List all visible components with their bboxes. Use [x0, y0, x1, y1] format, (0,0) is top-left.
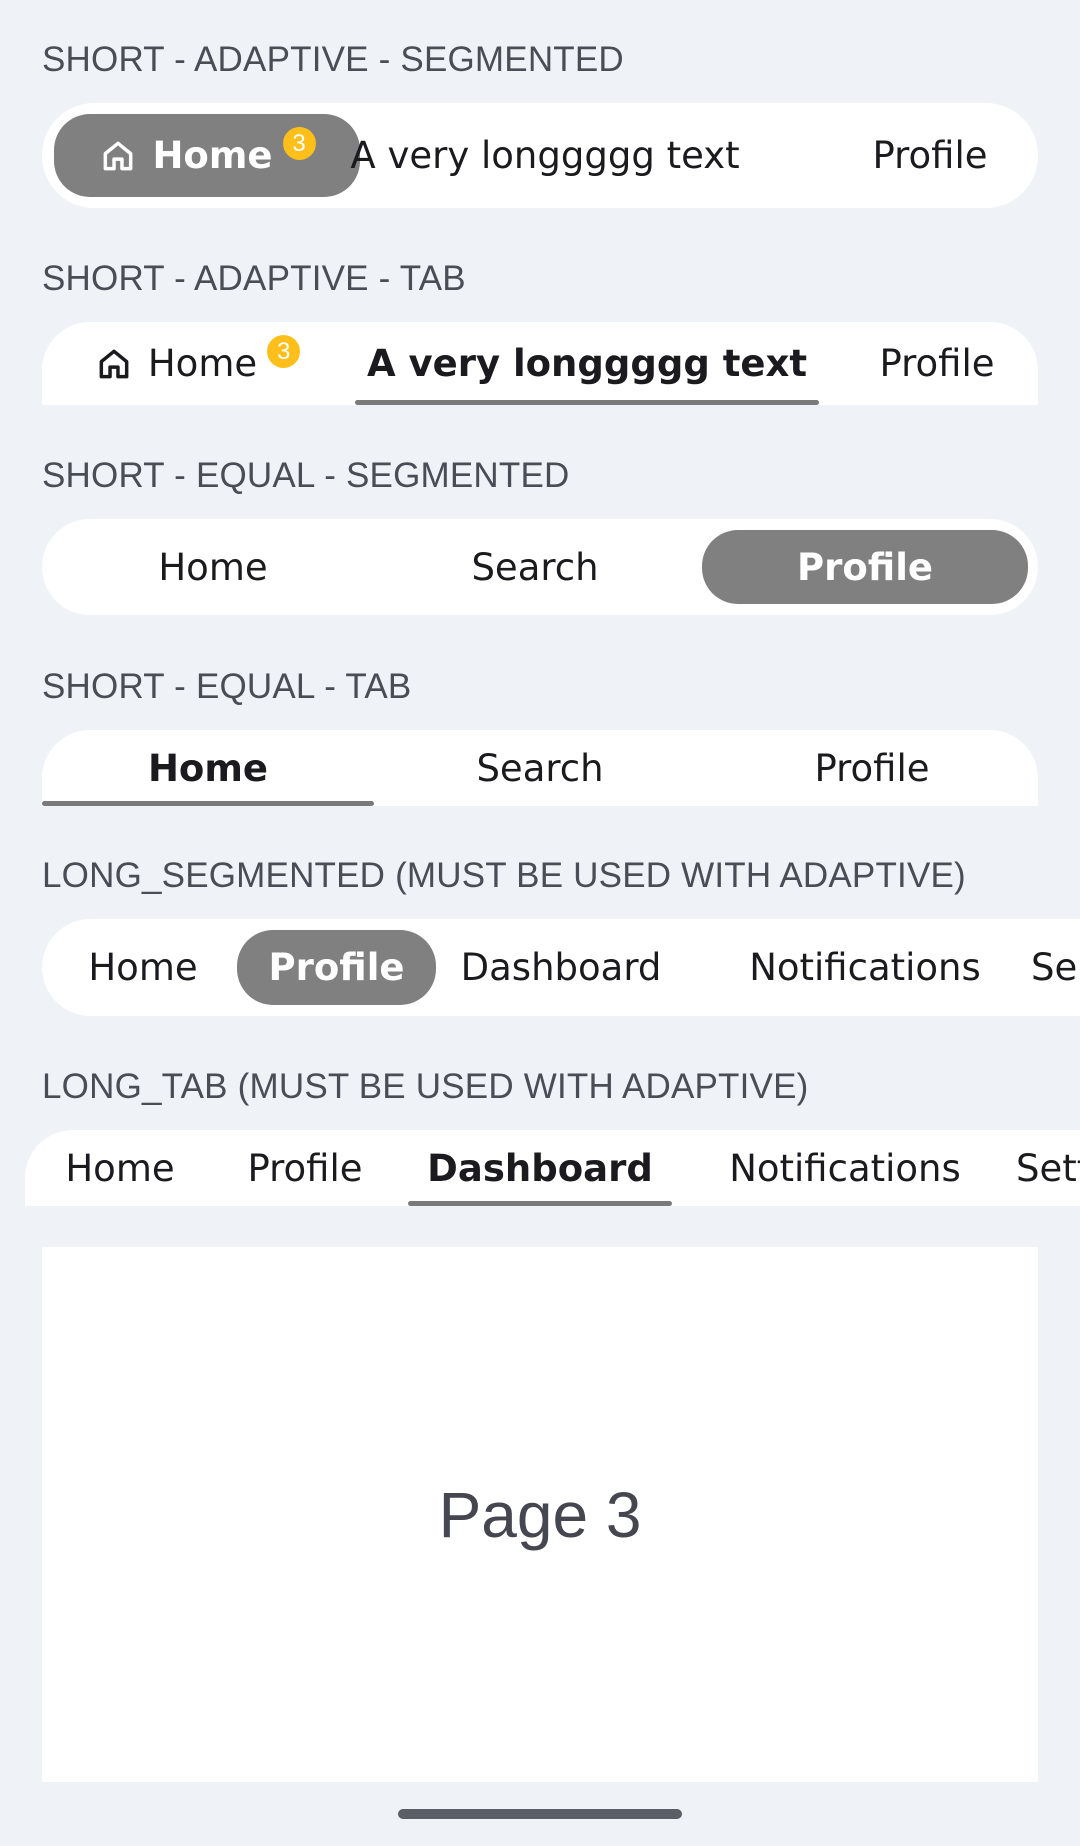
segment-profile[interactable]: Profile [830, 103, 1030, 208]
tab-selected-indicator [42, 801, 374, 806]
segment-home-label: Home [152, 134, 273, 177]
section-title-long-tab: LONG_TAB (MUST BE USED WITH ADAPTIVE) [42, 1067, 809, 1106]
tab-home[interactable]: Home [45, 1130, 195, 1206]
segment-dashboard-label: Dashboard [460, 946, 662, 989]
section-title-short-equal-tab: SHORT - EQUAL - TAB [42, 667, 412, 706]
tab-home-label: Home [147, 342, 258, 385]
tab-dashboard[interactable]: Dashboard [408, 1130, 672, 1206]
short-adaptive-segmented-bar: Home 3 A very longgggg text Profile [42, 103, 1038, 208]
segment-home[interactable]: Home 3 [54, 114, 360, 197]
segment-long-text[interactable]: A very longgggg text [350, 103, 739, 208]
short-equal-segmented-bar: Home Search Profile [42, 519, 1038, 615]
tab-selected-indicator [408, 1201, 672, 1206]
segment-home-label: Home [88, 946, 198, 989]
home-icon [98, 136, 138, 176]
tab-long-text[interactable]: A very longgggg text [355, 322, 819, 405]
section-title-short-equal-segmented: SHORT - EQUAL - SEGMENTED [42, 456, 570, 495]
segment-profile-label: Profile [872, 134, 988, 177]
tab-profile-label: Profile [247, 1146, 363, 1190]
segment-home[interactable]: Home [70, 919, 216, 1016]
long-segmented-bar: Home Profile Dashboard Notifications Se [42, 919, 1080, 1016]
tab-home[interactable]: Home [42, 730, 374, 806]
tab-settings-label: Sett [1016, 1146, 1080, 1190]
segment-settings[interactable]: Se [1031, 919, 1080, 1016]
short-adaptive-tab-bar: Home 3 A very longgggg text Profile [42, 322, 1038, 405]
notification-badge: 3 [267, 335, 301, 368]
segment-profile-label: Profile [268, 946, 405, 989]
segment-dashboard[interactable]: Dashboard [456, 919, 666, 1016]
home-icon [94, 344, 134, 384]
segment-notifications-label: Notifications [749, 946, 981, 989]
notification-badge: 3 [282, 127, 316, 160]
tab-profile-label: Profile [814, 746, 930, 790]
long-tab-bar: Home Profile Dashboard Notifications Set… [25, 1130, 1080, 1206]
tab-search[interactable]: Search [374, 730, 706, 806]
section-title-short-adaptive-segmented: SHORT - ADAPTIVE - SEGMENTED [42, 40, 624, 79]
segment-home[interactable]: Home [42, 519, 384, 615]
segment-search-label: Search [471, 545, 599, 589]
gesture-navigation-handle[interactable] [398, 1809, 682, 1819]
segment-long-text-label: A very longgggg text [350, 134, 740, 177]
segment-profile-label: Profile [797, 545, 933, 589]
tab-profile[interactable]: Profile [225, 1130, 385, 1206]
tab-home-label: Home [147, 746, 269, 790]
tab-home-label: Home [65, 1146, 175, 1190]
tab-home[interactable]: Home 3 [42, 322, 352, 405]
segment-settings-label: Se [1031, 946, 1078, 989]
page-content-card: Page 3 [42, 1247, 1038, 1782]
segment-home-label: Home [158, 545, 268, 589]
segment-profile[interactable]: Profile [237, 930, 436, 1005]
tab-notifications-label: Notifications [729, 1146, 961, 1190]
short-equal-tab-bar: Home Search Profile [42, 730, 1038, 806]
tab-selected-indicator [355, 400, 819, 405]
tab-dashboard-label: Dashboard [427, 1146, 653, 1190]
page-label: Page 3 [438, 1478, 642, 1551]
tab-notifications[interactable]: Notifications [705, 1130, 985, 1206]
section-title-short-adaptive-tab: SHORT - ADAPTIVE - TAB [42, 259, 466, 298]
tab-profile[interactable]: Profile [706, 730, 1038, 806]
section-title-long-segmented: LONG_SEGMENTED (MUST BE USED WITH ADAPTI… [42, 856, 966, 895]
segment-profile[interactable]: Profile [702, 530, 1028, 604]
tab-profile-label: Profile [879, 342, 995, 385]
tab-search-label: Search [476, 746, 604, 790]
tab-long-text-label: A very longgggg text [366, 342, 808, 385]
segment-notifications[interactable]: Notifications [734, 919, 996, 1016]
tab-settings[interactable]: Sett [1016, 1130, 1080, 1206]
segment-search[interactable]: Search [364, 519, 706, 615]
tab-profile[interactable]: Profile [842, 322, 1032, 405]
